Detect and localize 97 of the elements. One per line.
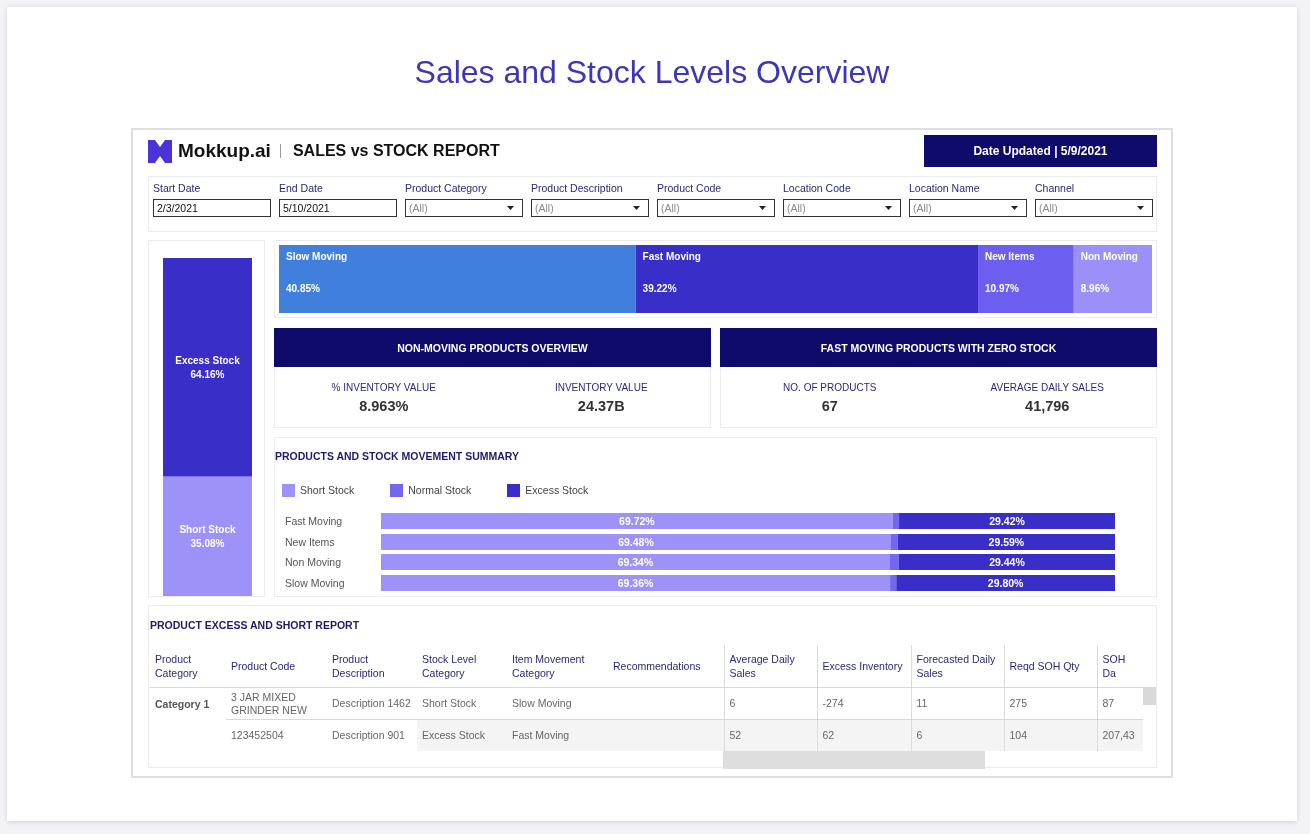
- filter-label: Start Date: [153, 182, 202, 194]
- table-cell: 52: [724, 719, 817, 751]
- data-label: 35.08%: [190, 538, 225, 550]
- category-label: Slow Moving: [285, 577, 345, 589]
- data-label: 29.80%: [987, 577, 1024, 589]
- filter-label: Product Category: [405, 182, 488, 194]
- legend-label: Normal Stock: [408, 484, 472, 496]
- filter-label: Location Code: [783, 182, 852, 194]
- metric-value: 67: [821, 398, 838, 414]
- data-label: 69.48%: [618, 536, 654, 548]
- column-header: Average Daily Sales: [724, 645, 817, 688]
- table-cell: 3 JAR MIXED GRINDER NEW: [226, 687, 327, 720]
- column-header: Excess Inventory: [817, 645, 911, 688]
- dropdown[interactable]: (All): [1035, 199, 1153, 217]
- column-header: Stock Level Category: [417, 645, 507, 688]
- column-header: Product Category: [150, 645, 226, 688]
- metric-value: 8.963%: [359, 398, 409, 414]
- report-title: SALES vs STOCK REPORT: [292, 142, 500, 160]
- metric-label: % INVENTORY VALUE: [331, 382, 436, 394]
- legend-label: Excess Stock: [525, 484, 589, 496]
- date-updated-banner: Date Updated | 5/9/2021: [924, 135, 1157, 167]
- metric-label: AVERAGE DAILY SALES: [990, 382, 1104, 394]
- table-cell: 123452504: [226, 719, 327, 751]
- data-label: 69.36%: [617, 577, 654, 589]
- metric-label: INVENTORY VALUE: [554, 382, 648, 394]
- data-label: 40.85%: [286, 283, 320, 294]
- column-header: Forecasted Daily Sales: [911, 645, 1004, 688]
- data-label: 69.34%: [617, 556, 654, 568]
- data-label: 10.97%: [985, 283, 1019, 294]
- dropdown[interactable]: (All): [909, 199, 1027, 217]
- filter-label: Product Code: [657, 182, 723, 194]
- caret-icon: [885, 206, 892, 210]
- caret-icon: [633, 206, 640, 210]
- data-label: 39.22%: [642, 283, 677, 294]
- caret-icon: [1011, 206, 1018, 210]
- column-header: Item Movement Category: [507, 645, 608, 688]
- date-field[interactable]: 2/3/2021: [153, 199, 271, 217]
- logo-icon: [148, 139, 172, 163]
- table-cell: 6: [724, 687, 817, 720]
- segment-label: Slow Moving: [286, 251, 348, 262]
- metric-label: NO. OF PRODUCTS: [783, 382, 877, 394]
- card-header: NON-MOVING PRODUCTS OVERVIEW: [274, 328, 711, 367]
- segment-label: Fast Moving: [642, 251, 701, 262]
- category-label: New Items: [285, 536, 335, 548]
- data-label: 29.44%: [989, 556, 1025, 568]
- data-label: 64.16%: [190, 369, 225, 381]
- table-cell: Description 1462: [327, 687, 417, 720]
- segment-label: Non Moving: [1080, 251, 1138, 262]
- dropdown[interactable]: (All): [405, 199, 523, 217]
- vertical-scrollbar[interactable]: [1143, 687, 1156, 705]
- table-cell: 104: [1004, 719, 1097, 751]
- table-cell: Excess Stock: [417, 719, 507, 751]
- dropdown[interactable]: (All): [531, 199, 649, 217]
- table-cell: Slow Moving: [507, 687, 608, 720]
- segment-label: New Items: [985, 251, 1035, 262]
- dropdown[interactable]: (All): [783, 199, 901, 217]
- data-label: 69.72%: [619, 515, 655, 527]
- category-label: Fast Moving: [285, 515, 343, 527]
- horizontal-scrollbar[interactable]: [723, 751, 985, 769]
- filter-label: Channel: [1035, 182, 1076, 194]
- data-label: 29.42%: [989, 515, 1025, 527]
- table-title: PRODUCT EXCESS AND SHORT REPORT: [150, 618, 361, 632]
- table-cell: Short Stock: [417, 687, 507, 720]
- metric-value: 41,796: [1025, 398, 1070, 414]
- table-cell: Description 901: [327, 719, 417, 751]
- segment-label: Excess Stock: [175, 355, 240, 367]
- data-label: 8.96%: [1080, 283, 1110, 294]
- legend-label: Short Stock: [300, 484, 355, 496]
- chart-title: PRODUCTS AND STOCK MOVEMENT SUMMARY: [275, 449, 521, 463]
- page-title: Sales and Stock Levels Overview: [414, 53, 890, 92]
- date-field[interactable]: 5/10/2021: [279, 199, 397, 217]
- table-cell: -274: [817, 687, 911, 720]
- column-header: Product Code: [226, 645, 327, 688]
- brand-name: Mokkup.ai: [178, 140, 271, 162]
- data-label: 29.59%: [988, 536, 1025, 548]
- column-header: Recommendations: [608, 645, 724, 688]
- category-label: Non Moving: [285, 556, 342, 568]
- caret-icon: [759, 206, 766, 210]
- filter-label: Product Description: [531, 182, 624, 194]
- table-cell: 207,43: [1097, 719, 1143, 751]
- card-header: FAST MOVING PRODUCTS WITH ZERO STOCK: [720, 328, 1157, 367]
- caret-icon: [507, 206, 514, 210]
- table-cell: Category 1: [150, 687, 226, 751]
- table-cell: 275: [1004, 687, 1097, 720]
- filter-label: Location Name: [909, 182, 981, 194]
- table-cell: Fast Moving: [507, 719, 608, 751]
- caret-icon: [1137, 206, 1144, 210]
- filter-label: End Date: [279, 182, 324, 194]
- column-header: Product Description: [327, 645, 417, 688]
- table-cell: 11: [911, 687, 1004, 720]
- table-cell: 62: [817, 719, 911, 751]
- column-header: Reqd SOH Qty: [1004, 645, 1097, 688]
- column-header: SOH Da: [1097, 645, 1143, 688]
- segment-label: Short Stock: [179, 524, 236, 536]
- dropdown[interactable]: (All): [657, 199, 775, 217]
- table-cell: 6: [911, 719, 1004, 751]
- metric-value: 24.37B: [577, 398, 625, 414]
